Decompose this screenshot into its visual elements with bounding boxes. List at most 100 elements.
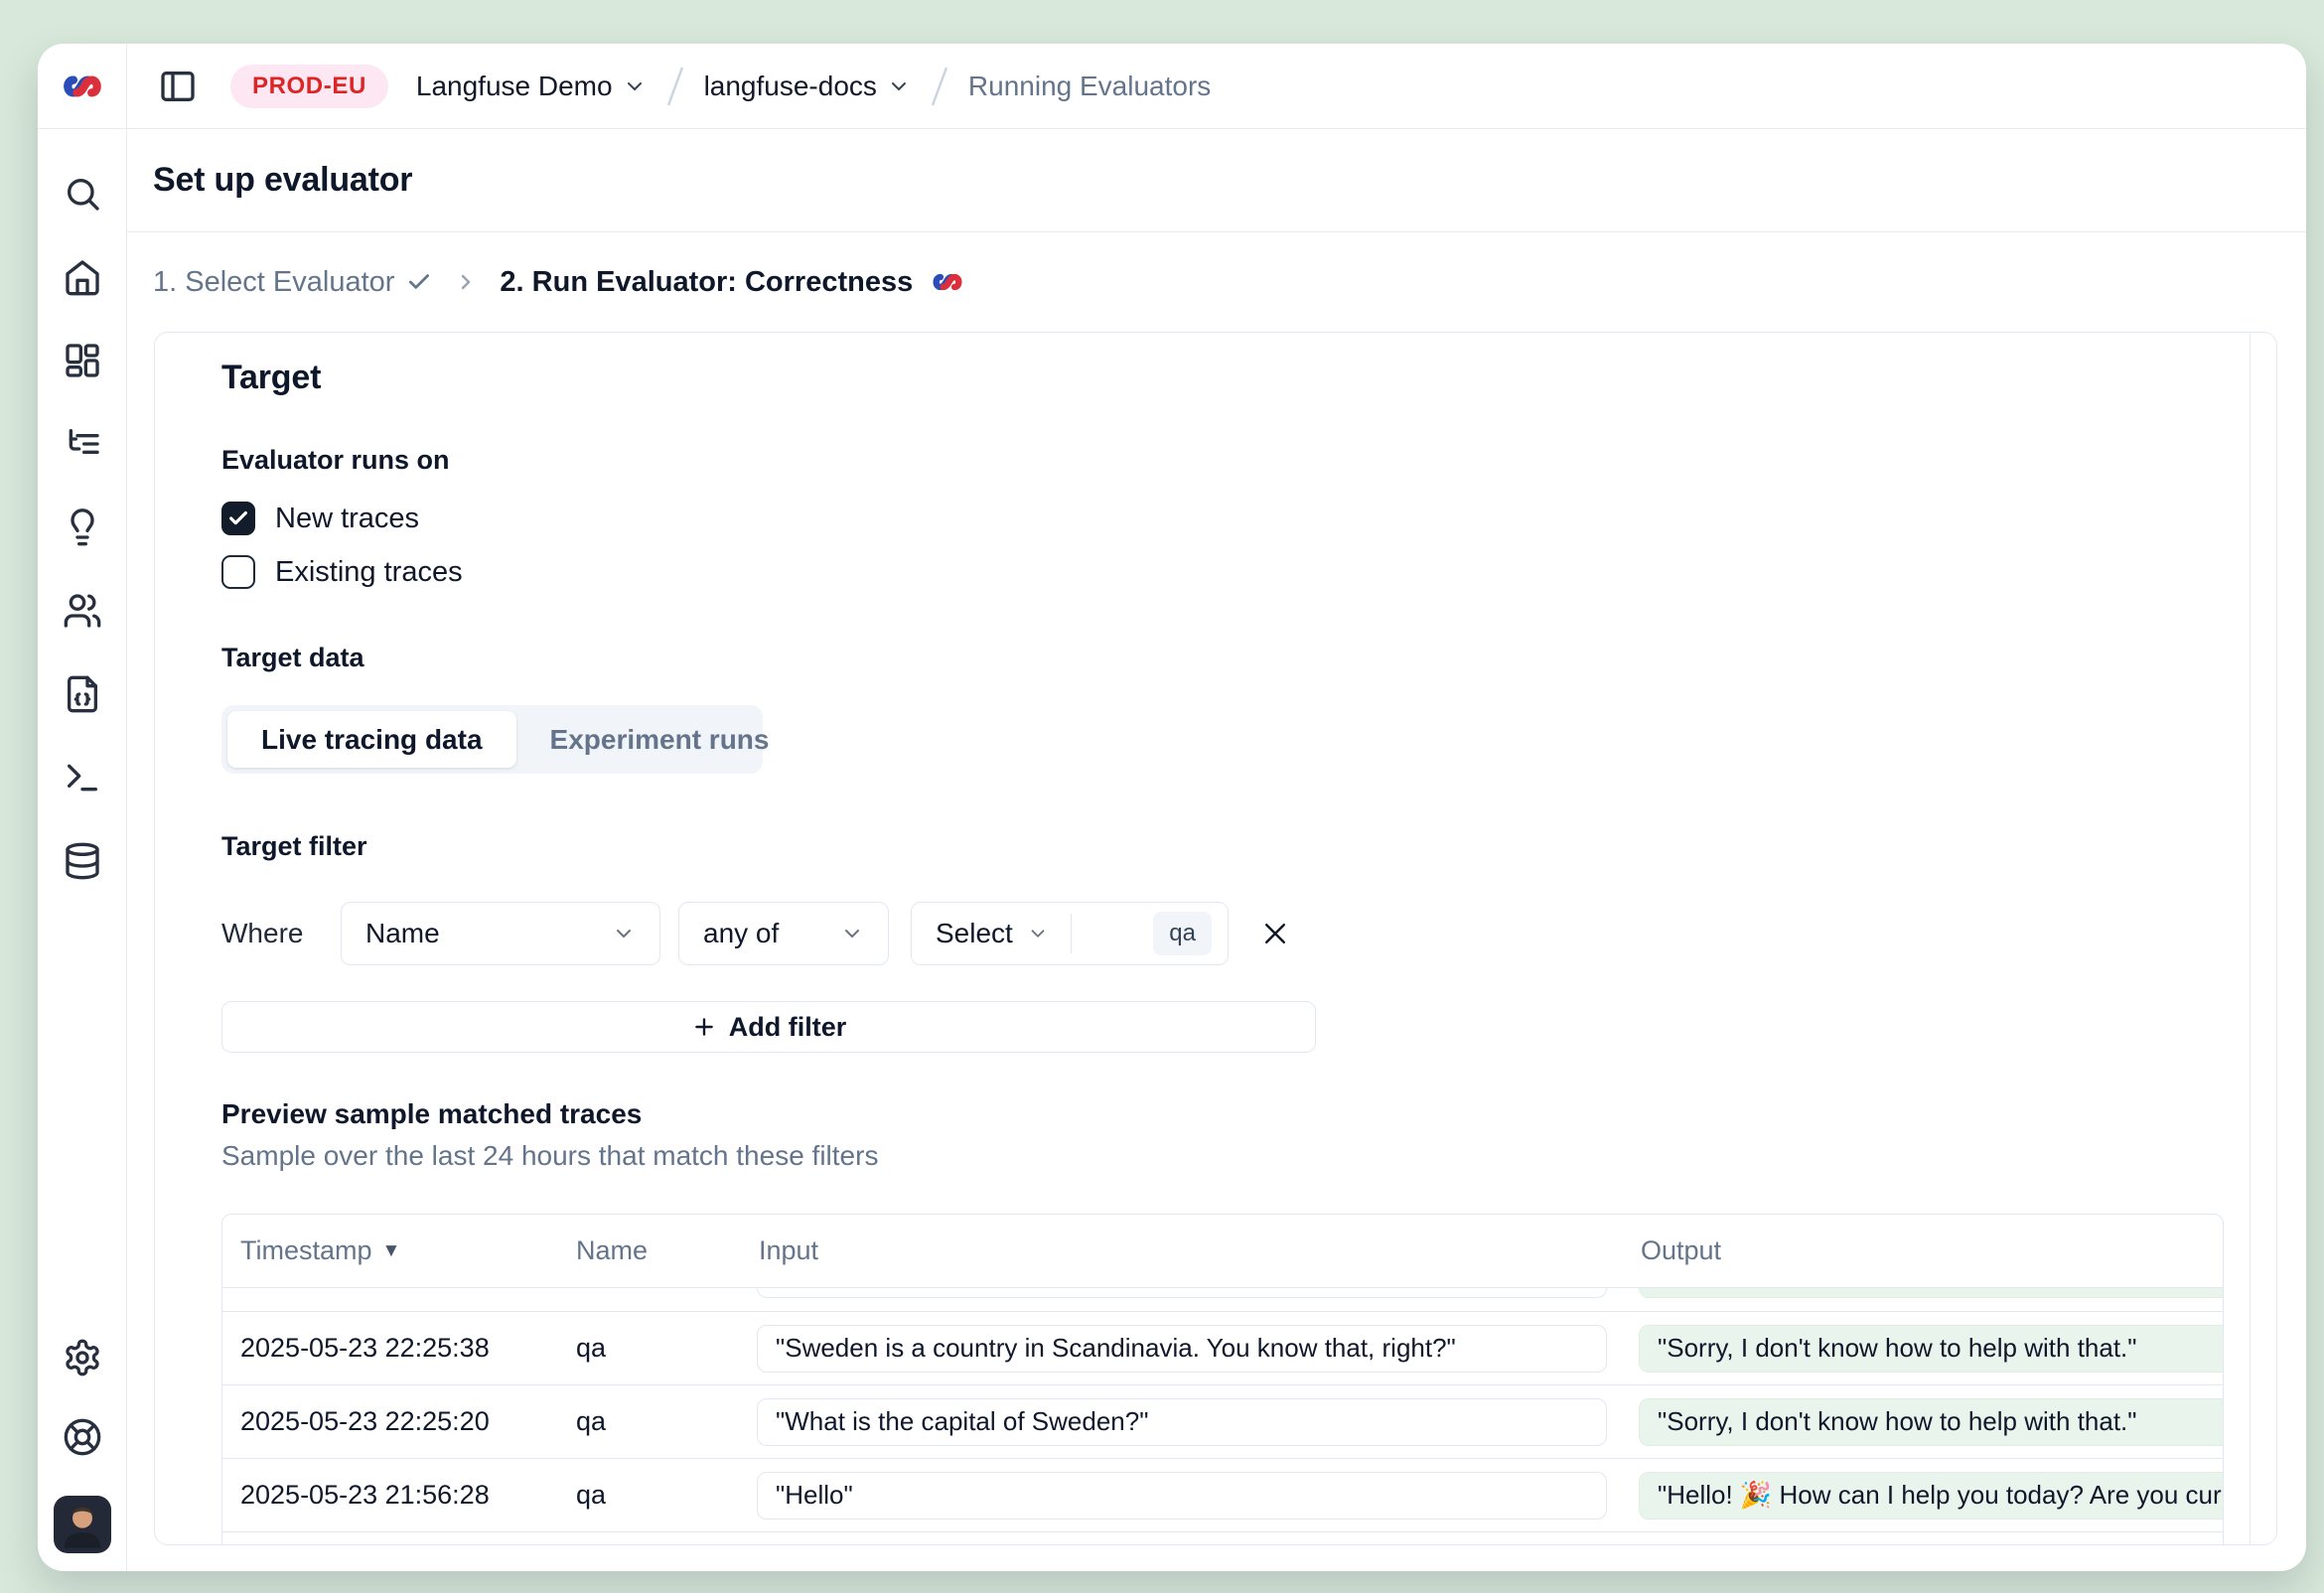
card-wrap: Target Evaluator runs on New traces: [127, 332, 2306, 1571]
lightbulb-icon[interactable]: [62, 507, 103, 548]
chevron-right-icon: [454, 270, 478, 294]
users-icon[interactable]: [62, 590, 103, 632]
sidebar-toggle-icon[interactable]: [157, 66, 199, 107]
filter-column-select[interactable]: Name: [341, 902, 660, 965]
table-body: 2025-05-23 22:25:38 qa "Sweden is a coun…: [222, 1288, 2223, 1545]
filter-row: Where Name any of Select: [221, 902, 2276, 965]
page-title: Set up evaluator: [153, 161, 412, 200]
cell-input[interactable]: "Sweden is a country in Scandinavia. You…: [757, 1325, 1607, 1373]
column-header-input[interactable]: Input: [743, 1235, 1625, 1266]
checkbox-label: Existing traces: [275, 556, 463, 589]
wizard-steps: 1. Select Evaluator 2. Run Evaluator: Co…: [127, 232, 2306, 332]
table-row[interactable]: 2025-05-23 21:56:28 qa "Hello" "Hello! 🎉…: [222, 1458, 2223, 1531]
chevron-down-icon: [840, 922, 864, 945]
table-row[interactable]: 2025-05-23 22:25:20 qa "What is the capi…: [222, 1384, 2223, 1458]
table-row-partial[interactable]: [222, 1288, 2223, 1311]
cell-output[interactable]: "Sorry, I don't know how to help with th…: [1639, 1325, 2223, 1373]
card-scrollbar[interactable]: [2250, 333, 2276, 1544]
environment-badge[interactable]: PROD-EU: [230, 65, 388, 108]
column-label: Input: [759, 1235, 818, 1266]
cell-input[interactable]: "Hello": [757, 1545, 1607, 1546]
remove-filter-icon[interactable]: [1256, 915, 1294, 952]
dashboard-grid-icon[interactable]: [62, 340, 103, 381]
filter-value-placeholder: Select: [936, 918, 1013, 949]
chevron-down-icon: [887, 74, 911, 98]
filter-column-value: Name: [365, 918, 440, 949]
plus-icon: [691, 1014, 717, 1040]
cell-input[interactable]: "Hello": [757, 1472, 1607, 1520]
life-buoy-icon[interactable]: [62, 1416, 103, 1458]
search-icon[interactable]: [62, 173, 103, 215]
target-filter-label: Target filter: [221, 831, 2276, 862]
divider: [1071, 914, 1072, 953]
breadcrumb-separator: [927, 64, 952, 109]
page-header: Set up evaluator: [127, 129, 2306, 232]
filter-value-chip[interactable]: qa: [1153, 912, 1212, 955]
preview-subtitle: Sample over the last 24 hours that match…: [221, 1140, 2276, 1172]
step-select-evaluator[interactable]: 1. Select Evaluator: [153, 266, 432, 299]
list-tree-icon[interactable]: [62, 423, 103, 465]
database-icon[interactable]: [62, 840, 103, 882]
screen: PROD-EU Langfuse Demo langfuse-docs Runn…: [0, 0, 2324, 1593]
target-data-tabs: Live tracing data Experiment runs: [221, 705, 763, 774]
chevron-down-icon: [623, 74, 647, 98]
main-area: PROD-EU Langfuse Demo langfuse-docs Runn…: [127, 44, 2306, 1571]
cell-timestamp: 2025-05-23 21:56:28: [222, 1480, 558, 1511]
langfuse-logo[interactable]: [38, 44, 126, 129]
column-header-timestamp[interactable]: Timestamp ▼: [222, 1235, 558, 1266]
checkbox-existing-traces[interactable]: Existing traces: [221, 555, 463, 589]
column-label: Output: [1641, 1235, 1721, 1266]
add-filter-label: Add filter: [729, 1012, 847, 1043]
column-header-output[interactable]: Output: [1625, 1235, 2223, 1266]
tab-live-tracing-data[interactable]: Live tracing data: [227, 711, 516, 768]
breadcrumb-separator: [662, 64, 688, 109]
table-header: Timestamp ▼ Name Input Output: [222, 1215, 2223, 1288]
breadcrumb-page: Running Evaluators: [968, 71, 1211, 102]
preview-title: Preview sample matched traces: [221, 1098, 2276, 1130]
project-name: langfuse-docs: [704, 71, 877, 102]
step-run-evaluator: 2. Run Evaluator: Correctness: [500, 265, 964, 299]
section-title: Target: [221, 359, 2276, 397]
app-window: PROD-EU Langfuse Demo langfuse-docs Runn…: [38, 44, 2306, 1571]
org-name: Langfuse Demo: [416, 71, 613, 102]
cell-output[interactable]: "Hello there! 😊 How can I assist you tod…: [1639, 1545, 2223, 1546]
table-row[interactable]: 2025-05-23 22:25:38 qa "Sweden is a coun…: [222, 1311, 2223, 1384]
breadcrumb-project[interactable]: langfuse-docs: [704, 71, 911, 102]
cell-name: qa: [558, 1406, 743, 1437]
step-label: 2. Run Evaluator: Correctness: [500, 266, 913, 299]
checkbox-new-traces[interactable]: New traces: [221, 502, 419, 535]
cell-name: qa: [558, 1333, 743, 1364]
home-icon[interactable]: [62, 256, 103, 298]
topbar: PROD-EU Langfuse Demo langfuse-docs Runn…: [127, 44, 2306, 129]
file-json-icon[interactable]: [62, 673, 103, 715]
checkbox-icon[interactable]: [221, 502, 255, 535]
cell-input[interactable]: "What is the capital of Sweden?": [757, 1398, 1607, 1446]
check-icon: [406, 269, 432, 295]
langfuse-mark-icon: [931, 265, 964, 299]
column-header-name[interactable]: Name: [558, 1235, 743, 1266]
cell-name: qa: [558, 1480, 743, 1511]
target-data-label: Target data: [221, 643, 2276, 673]
filter-operator-value: any of: [703, 918, 779, 949]
preview-table: Timestamp ▼ Name Input Output: [221, 1214, 2224, 1545]
breadcrumb-org[interactable]: Langfuse Demo: [416, 71, 647, 102]
add-filter-button[interactable]: Add filter: [221, 1001, 1316, 1053]
filter-value-select[interactable]: Select qa: [911, 902, 1229, 965]
column-label: Timestamp: [240, 1235, 372, 1266]
sidebar: [38, 44, 127, 1571]
user-avatar[interactable]: [54, 1496, 111, 1553]
cell-timestamp: 2025-05-23 22:25:20: [222, 1406, 558, 1437]
checkbox-label: New traces: [275, 503, 419, 535]
checkbox-icon[interactable]: [221, 555, 255, 589]
where-label: Where: [221, 918, 305, 949]
chevron-down-icon: [1027, 923, 1049, 944]
column-label: Name: [576, 1235, 648, 1266]
cell-output[interactable]: "Sorry, I don't know how to help with th…: [1639, 1398, 2223, 1446]
settings-gear-icon[interactable]: [62, 1337, 103, 1378]
filter-operator-select[interactable]: any of: [678, 902, 889, 965]
tab-experiment-runs[interactable]: Experiment runs: [516, 711, 803, 768]
cell-output[interactable]: "Hello! 🎉 How can I help you today? Are …: [1639, 1472, 2223, 1520]
table-row[interactable]: 2025-05-23 19:07:28 qa "Hello" "Hello th…: [222, 1531, 2223, 1545]
cell-timestamp: 2025-05-23 22:25:38: [222, 1333, 558, 1364]
terminal-icon[interactable]: [62, 757, 103, 798]
